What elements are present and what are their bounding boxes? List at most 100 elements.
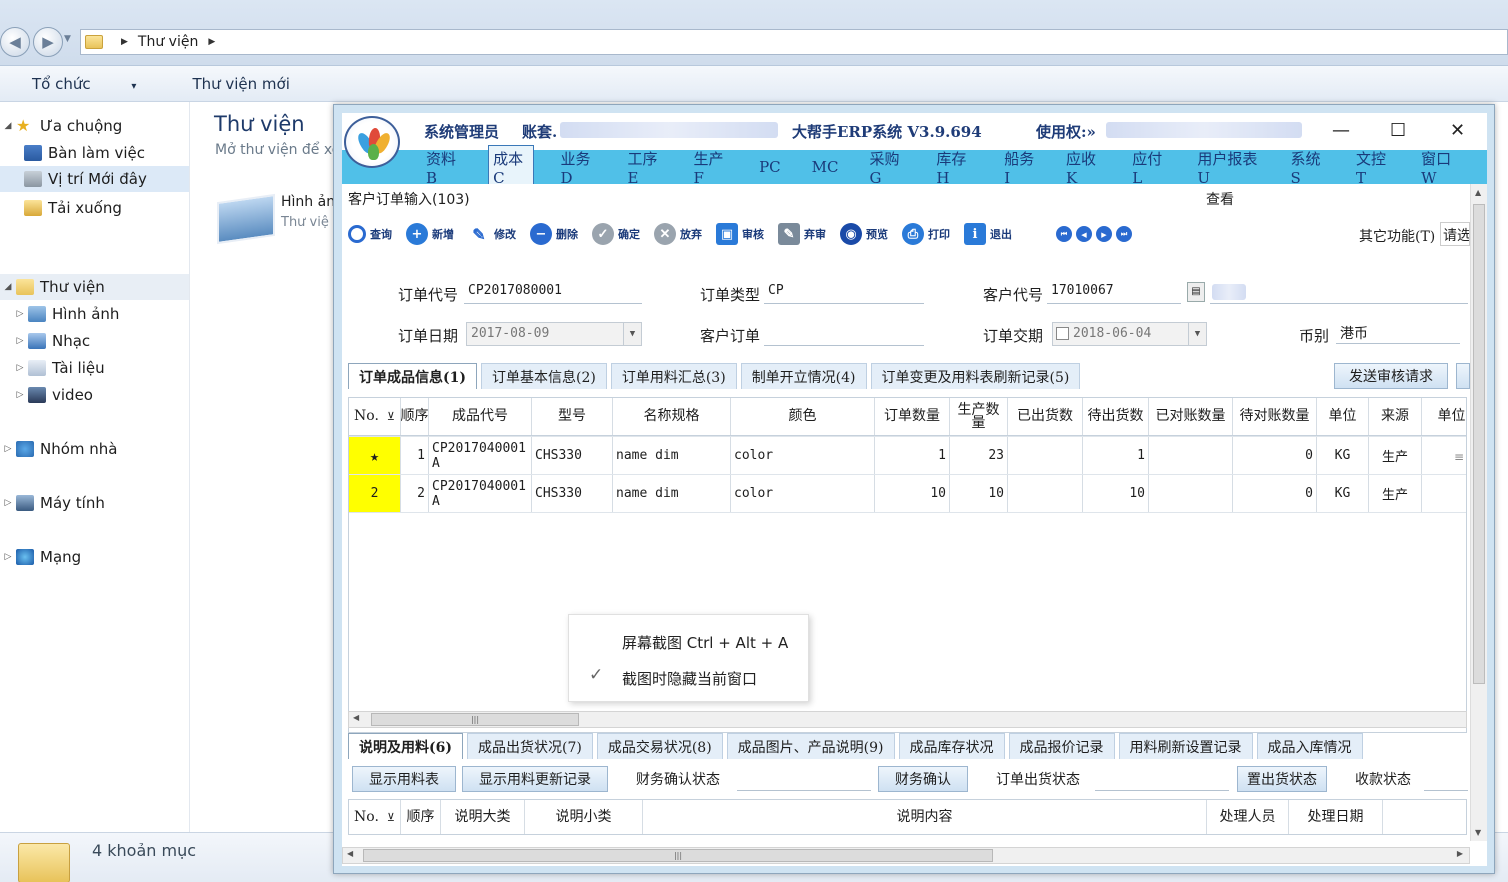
- scroll-left-icon[interactable]: ◀: [347, 849, 353, 858]
- scroll-left-icon[interactable]: ◀: [353, 713, 359, 722]
- tab-product-shipments[interactable]: 成品出货状况(7): [467, 733, 593, 759]
- tab-product-stock[interactable]: 成品库存状况: [898, 733, 1005, 759]
- tab-refresh-settings[interactable]: 用料刷新设置记录: [1118, 733, 1253, 759]
- col-order-qty[interactable]: 订单数量: [875, 398, 950, 435]
- next-record-icon[interactable]: ▶: [1096, 226, 1112, 242]
- col-shipped-qty[interactable]: 已出货数: [1008, 398, 1083, 435]
- menu-mc[interactable]: MC: [808, 156, 843, 178]
- menu-basic-data[interactable]: 资料B: [422, 146, 465, 189]
- order-date-field[interactable]: 2017-08-09 ▼: [466, 322, 642, 346]
- col-handler[interactable]: 处理人员: [1207, 800, 1289, 834]
- menu-item-hide-window[interactable]: 截图时隐藏当前窗口: [622, 668, 757, 689]
- tab-change-records[interactable]: 订单变更及用料表刷新记录(5): [870, 363, 1081, 389]
- ship-status-field[interactable]: [1095, 767, 1229, 791]
- scroll-right-icon[interactable]: ▶: [1457, 849, 1463, 858]
- organize-button[interactable]: Tổ chức ▾: [16, 75, 156, 93]
- new-button[interactable]: + 新增: [406, 223, 454, 245]
- tab-order-basic-info[interactable]: 订单基本信息(2): [481, 363, 607, 389]
- confirm-button[interactable]: ✓ 确定: [592, 223, 640, 245]
- menu-window[interactable]: 窗口W: [1417, 146, 1464, 189]
- col-unit-price[interactable]: 单位: [1422, 398, 1466, 435]
- order-type-field[interactable]: CP: [764, 280, 924, 304]
- tab-order-issuance[interactable]: 制单开立情况(4): [740, 363, 867, 389]
- last-record-icon[interactable]: ⏭: [1116, 226, 1132, 242]
- delivery-date-checkbox[interactable]: [1056, 327, 1069, 340]
- menu-cost[interactable]: 成本C: [488, 144, 534, 190]
- menu-document-control[interactable]: 文控T: [1352, 146, 1394, 189]
- table-row[interactable]: 2 2 CP2017040001 A CHS330 name dim color …: [349, 474, 1466, 512]
- scroll-up-icon[interactable]: ▲: [1475, 188, 1481, 197]
- scroll-down-icon[interactable]: ▼: [1475, 828, 1481, 837]
- tab-notes-materials[interactable]: 说明及用料(6): [348, 733, 463, 759]
- customer-code-field[interactable]: 17010067: [1047, 280, 1181, 304]
- column-menu-icon[interactable]: ≡: [1454, 450, 1464, 464]
- exit-button[interactable]: i 退出: [964, 223, 1012, 245]
- print-button[interactable]: ⎙ 打印: [902, 223, 950, 245]
- tab-product-inbound[interactable]: 成品入库情况: [1256, 733, 1363, 759]
- tab-material-summary[interactable]: 订单用料汇总(3): [610, 363, 737, 389]
- breadcrumb-libraries[interactable]: Thư viện: [138, 34, 198, 50]
- nav-recent-places[interactable]: Vị trí Mới đây: [0, 166, 189, 192]
- col-subcategory[interactable]: 说明小类: [525, 800, 643, 834]
- library-item-name[interactable]: Hình ản: [281, 194, 335, 210]
- dropdown-arrow-icon[interactable]: ▼: [1188, 323, 1206, 345]
- col-name-spec[interactable]: 名称规格: [613, 398, 731, 435]
- delivery-date-field[interactable]: 2018-06-04 ▼: [1052, 322, 1207, 346]
- vertical-scroll-thumb[interactable]: [1473, 204, 1485, 684]
- tab-quotation-records[interactable]: 成品报价记录: [1008, 733, 1115, 759]
- nav-videos[interactable]: ▷ video: [0, 382, 189, 408]
- customer-lookup-button[interactable]: ▤: [1187, 282, 1205, 302]
- col-model[interactable]: 型号: [532, 398, 613, 435]
- col-seq[interactable]: 顺序: [401, 800, 441, 834]
- delete-button[interactable]: − 删除: [530, 223, 578, 245]
- other-functions-button[interactable]: 其它功能(T): [1359, 226, 1435, 246]
- menu-business[interactable]: 业务D: [557, 146, 601, 189]
- col-production-qty[interactable]: 生产数量: [950, 398, 1008, 435]
- forward-button[interactable]: ▶: [33, 27, 63, 57]
- form-horizontal-scrollbar[interactable]: ◀ ||| ▶: [342, 847, 1470, 864]
- horizontal-scroll-thumb[interactable]: |||: [363, 849, 993, 862]
- col-product-code[interactable]: 成品代号: [429, 398, 532, 435]
- dropdown-arrow-icon[interactable]: ▼: [623, 323, 641, 345]
- menu-user-reports[interactable]: 用户报表U: [1193, 146, 1263, 189]
- recent-pages-chevron-icon[interactable]: ▼: [64, 34, 71, 44]
- horizontal-scroll-thumb[interactable]: |||: [371, 713, 579, 726]
- nav-downloads[interactable]: Tải xuống: [0, 195, 189, 221]
- nav-favorites[interactable]: ◢ ★ Ưa chuộng: [0, 113, 189, 139]
- menu-production[interactable]: 生产F: [690, 146, 733, 189]
- nav-pictures[interactable]: ▷ Hình ảnh: [0, 301, 189, 327]
- nav-computer[interactable]: ▷ Máy tính: [0, 490, 189, 516]
- nav-homegroup[interactable]: ▷ Nhóm nhà: [0, 436, 189, 462]
- tab-product-transactions[interactable]: 成品交易状况(8): [596, 733, 723, 759]
- nav-libraries[interactable]: ◢ Thư viện: [0, 274, 189, 300]
- finance-confirm-button[interactable]: 财务确认: [878, 766, 968, 792]
- expand-arrow-icon[interactable]: ▷: [0, 552, 16, 562]
- show-bom-updates-button[interactable]: 显示用料更新记录: [462, 766, 608, 792]
- preview-button[interactable]: ◉ 预览: [840, 223, 888, 245]
- finance-status-field[interactable]: [737, 767, 871, 791]
- show-bom-button[interactable]: 显示用料表: [352, 766, 456, 792]
- maximize-button[interactable]: ☐: [1390, 120, 1406, 141]
- col-pending-reconcile-qty[interactable]: 待对账数量: [1233, 398, 1317, 435]
- extra-button[interactable]: [1456, 363, 1470, 389]
- approve-button[interactable]: ▣ 审核: [716, 223, 764, 245]
- tab-product-images[interactable]: 成品图片、产品说明(9): [726, 733, 895, 759]
- col-color[interactable]: 颜色: [731, 398, 875, 435]
- grid-horizontal-scrollbar[interactable]: ◀ |||: [348, 711, 1467, 728]
- col-handle-date[interactable]: 处理日期: [1289, 800, 1383, 834]
- col-unit[interactable]: 单位: [1317, 398, 1369, 435]
- col-seq[interactable]: 顺序: [401, 398, 429, 435]
- first-record-icon[interactable]: ⏮: [1056, 226, 1072, 242]
- other-functions-select[interactable]: 请选: [1440, 222, 1470, 246]
- menu-item-screenshot[interactable]: 屏幕截图 Ctrl + Alt + A: [622, 632, 788, 653]
- order-no-field[interactable]: CP2017080001: [464, 280, 642, 304]
- expand-arrow-icon[interactable]: ▷: [12, 363, 28, 373]
- menu-receivable[interactable]: 应收K: [1062, 146, 1105, 189]
- col-reconciled-qty[interactable]: 已对账数量: [1149, 398, 1233, 435]
- expand-arrow-icon[interactable]: ▷: [12, 390, 28, 400]
- col-no[interactable]: No. ⊻: [349, 800, 401, 834]
- currency-field[interactable]: 港币: [1336, 320, 1460, 344]
- payment-status-field[interactable]: [1424, 767, 1468, 791]
- nav-desktop[interactable]: Bàn làm việc: [0, 140, 189, 166]
- expand-arrow-icon[interactable]: ▷: [0, 498, 16, 508]
